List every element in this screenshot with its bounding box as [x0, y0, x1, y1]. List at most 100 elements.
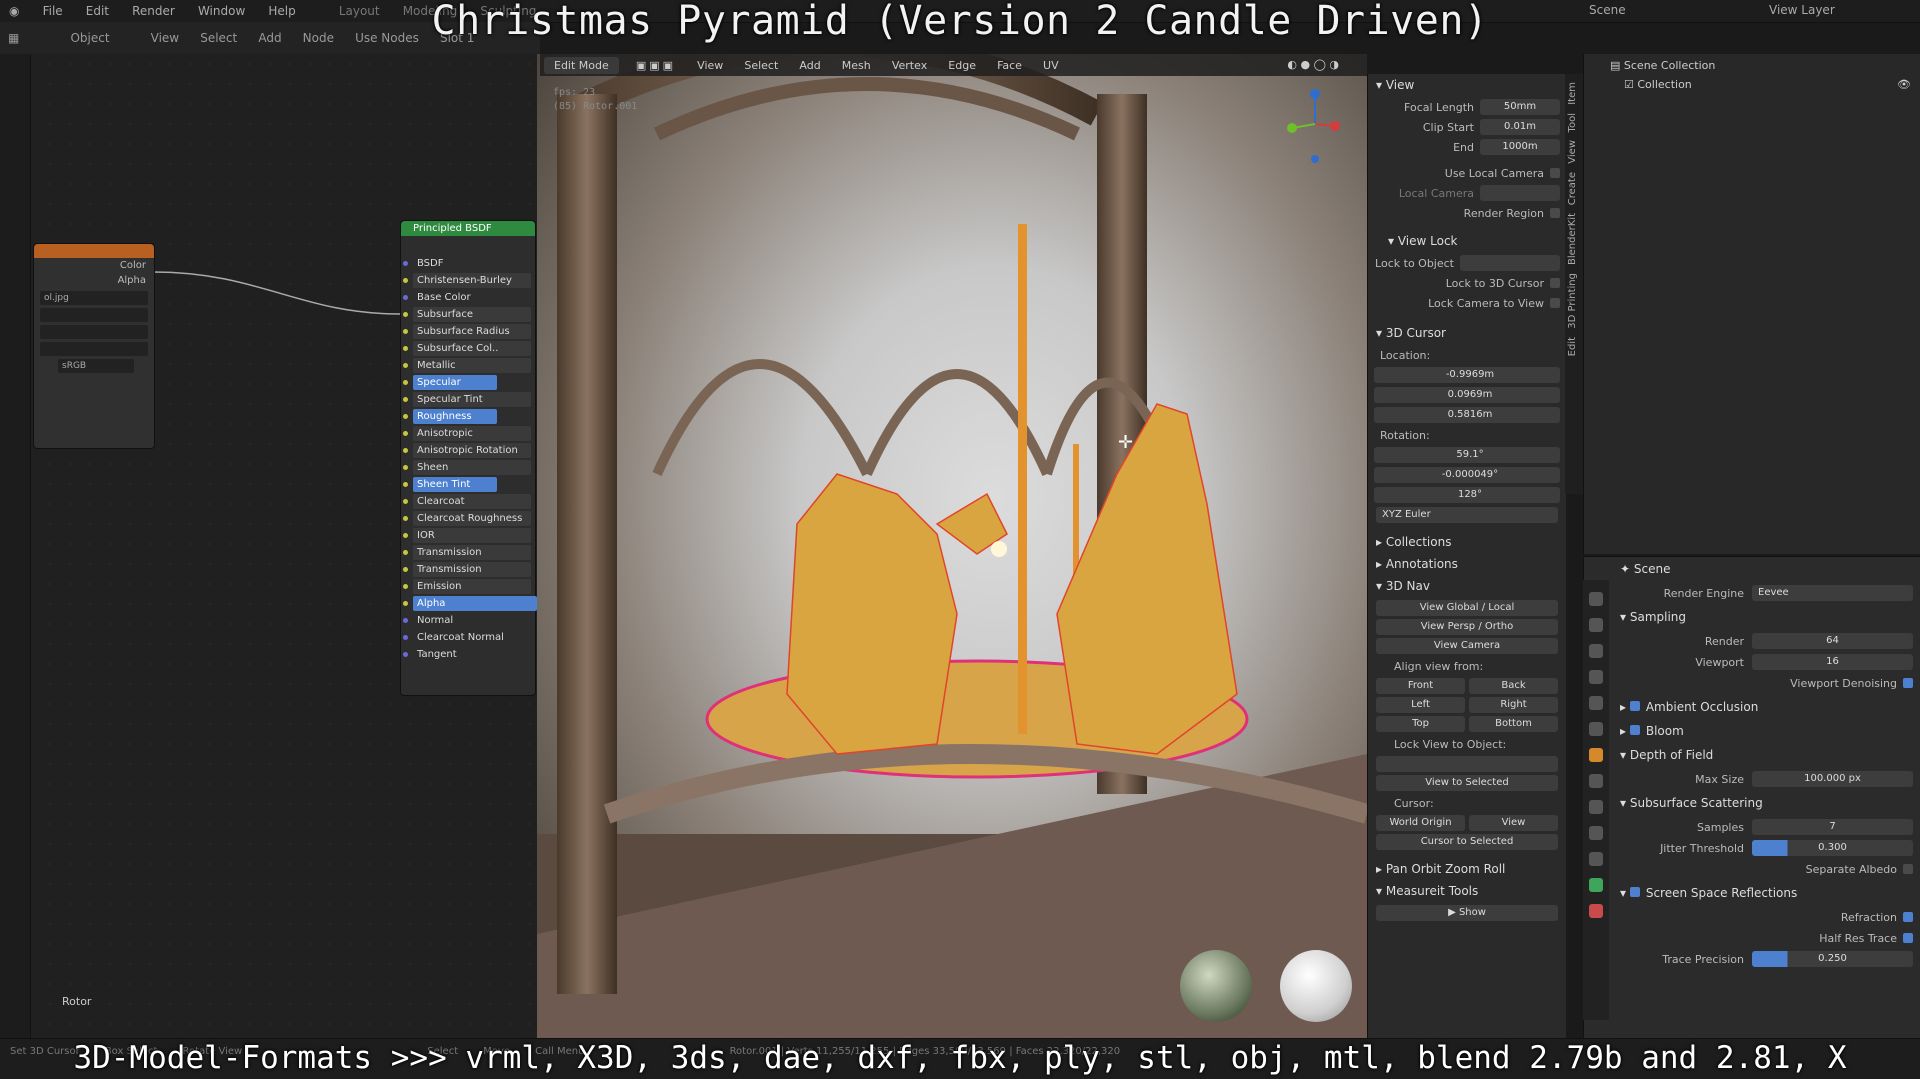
use-local-camera-checkbox[interactable] [1550, 168, 1560, 178]
navigation-gizmo[interactable] [1280, 84, 1340, 164]
image-texture-node[interactable]: Color Alpha ol.jpg sRGB [33, 243, 155, 449]
bsdf-input[interactable]: Anisotropic [403, 426, 531, 441]
tab-blenderkit[interactable]: BlenderKit [1567, 213, 1578, 265]
align-top-button[interactable]: Top [1376, 716, 1465, 732]
bsdf-input[interactable]: IOR [403, 528, 531, 543]
cursor-section-header[interactable]: ▾ 3D Cursor [1368, 322, 1566, 344]
vp-menu-view[interactable]: View [689, 55, 731, 76]
viewport-samples-field[interactable]: 16 [1752, 654, 1913, 670]
bsdf-input[interactable]: Sheen Tint [403, 477, 497, 492]
bsdf-input[interactable]: Specular [403, 375, 497, 390]
bsdf-input[interactable]: Subsurface Col.. [403, 341, 531, 356]
bsdf-input[interactable]: Normal [403, 613, 531, 628]
viewport-denoising-checkbox[interactable] [1903, 678, 1913, 688]
ao-checkbox[interactable] [1629, 701, 1640, 711]
tool-tab-icon[interactable] [1589, 592, 1603, 606]
tab-edit[interactable]: Edit [1567, 337, 1578, 356]
shading-icons[interactable]: ◐ ● ◯ ◑ [1279, 54, 1347, 75]
interpolation-select[interactable] [40, 308, 148, 322]
data-tab-icon[interactable] [1589, 878, 1603, 892]
bsdf-distribution[interactable]: Christensen-Burley [403, 273, 531, 288]
3d-nav-panel[interactable]: ▾ 3D Nav [1368, 575, 1566, 597]
bsdf-input[interactable]: Sheen [403, 460, 531, 475]
focal-length-field[interactable]: 50mm [1480, 99, 1560, 115]
bsdf-input[interactable]: Alpha [403, 596, 537, 611]
bsdf-input[interactable]: Transmission [403, 545, 531, 560]
rotation-mode-select[interactable]: XYZ Euler [1376, 507, 1558, 523]
image-file-field[interactable]: ol.jpg [40, 291, 148, 305]
projection-select[interactable] [40, 325, 148, 339]
render-tab-icon[interactable] [1589, 618, 1603, 632]
align-left-button[interactable]: Left [1376, 697, 1465, 713]
vp-menu-select[interactable]: Select [736, 55, 786, 76]
bsdf-input[interactable]: Roughness [403, 409, 497, 424]
visibility-eye-icon[interactable]: 👁 [1897, 78, 1911, 91]
principled-bsdf-node[interactable]: Principled BSDF BSDF Christensen-Burley … [400, 220, 537, 696]
lock-object-field[interactable] [1460, 255, 1560, 271]
select-mode-icons[interactable]: ▣▣▣ [628, 55, 684, 76]
bsdf-input[interactable]: Subsurface Radius [403, 324, 531, 339]
collections-panel[interactable]: ▸ Collections [1368, 531, 1566, 553]
annotations-panel[interactable]: ▸ Annotations [1368, 553, 1566, 575]
view-section-header[interactable]: ▾ View [1368, 74, 1566, 96]
bsdf-input[interactable]: Emission [403, 579, 531, 594]
checkbox-icon[interactable]: ☑ [1624, 78, 1637, 91]
cursor-rot-x-field[interactable]: 59.1° [1380, 447, 1560, 463]
material-tab-icon[interactable] [1589, 904, 1603, 918]
scene-tab-icon[interactable] [1589, 696, 1603, 710]
vp-menu-vertex[interactable]: Vertex [884, 55, 935, 76]
render-engine-select[interactable]: Eevee [1752, 585, 1913, 601]
render-samples-field[interactable]: 64 [1752, 633, 1913, 649]
tab-3d-printing[interactable]: 3D Printing [1567, 273, 1578, 329]
cursor-rot-y-field[interactable]: -0.000049° [1380, 467, 1560, 483]
refraction-checkbox[interactable] [1903, 912, 1913, 922]
align-right-button[interactable]: Right [1469, 697, 1558, 713]
bsdf-input[interactable]: Clearcoat [403, 494, 531, 509]
output-tab-icon[interactable] [1589, 644, 1603, 658]
cursor-loc-z-field[interactable]: 0.5816m [1380, 407, 1560, 423]
bloom-checkbox[interactable] [1629, 725, 1640, 735]
align-back-button[interactable]: Back [1469, 678, 1558, 694]
local-camera-field[interactable] [1480, 185, 1560, 201]
clip-start-field[interactable]: 0.01m [1480, 119, 1560, 135]
sampling-panel[interactable]: ▾ Sampling [1584, 605, 1920, 629]
sss-samples-field[interactable]: 7 [1752, 819, 1913, 835]
vp-menu-uv[interactable]: UV [1035, 55, 1067, 76]
tab-tool[interactable]: Tool [1567, 113, 1578, 132]
render-region-checkbox[interactable] [1550, 208, 1560, 218]
tab-view[interactable]: View [1567, 140, 1578, 164]
trace-precision-slider[interactable]: 0.250 [1752, 951, 1913, 967]
lock-view-object-field[interactable] [1376, 756, 1558, 772]
align-bottom-button[interactable]: Bottom [1469, 716, 1558, 732]
modifier-tab-icon[interactable] [1589, 774, 1603, 788]
measureit-show-button[interactable]: ▶ Show [1376, 905, 1558, 921]
vp-menu-add[interactable]: Add [791, 55, 828, 76]
world-origin-button[interactable]: World Origin [1376, 815, 1465, 831]
lock-camera-checkbox[interactable] [1550, 298, 1560, 308]
view-persp-ortho-button[interactable]: View Persp / Ortho [1376, 619, 1558, 635]
sss-panel[interactable]: ▾ Subsurface Scattering [1584, 791, 1920, 815]
vp-menu-mesh[interactable]: Mesh [834, 55, 879, 76]
clip-end-field[interactable]: 1000m [1480, 139, 1560, 155]
collection-row[interactable]: ☑ Collection 👁 [1584, 75, 1920, 94]
cursor-loc-x-field[interactable]: -0.9969m [1380, 367, 1560, 383]
cursor-view-button[interactable]: View [1469, 815, 1558, 831]
vp-menu-face[interactable]: Face [989, 55, 1030, 76]
measureit-panel[interactable]: ▾ Measureit Tools [1368, 880, 1566, 902]
pan-orbit-panel[interactable]: ▸ Pan Orbit Zoom Roll [1368, 858, 1566, 880]
scene-collection-row[interactable]: ▤ Scene Collection [1584, 56, 1920, 75]
bsdf-input[interactable]: Specular Tint [403, 392, 531, 407]
tab-create[interactable]: Create [1567, 172, 1578, 205]
half-res-checkbox[interactable] [1903, 933, 1913, 943]
bsdf-input[interactable]: Metallic [403, 358, 531, 373]
max-size-field[interactable]: 100.000 px [1752, 771, 1913, 787]
view-lock-header[interactable]: ▾ View Lock [1368, 230, 1566, 252]
3d-cursor-icon[interactable]: ✛ [1118, 432, 1133, 453]
cursor-loc-y-field[interactable]: 0.0969m [1380, 387, 1560, 403]
bsdf-input[interactable]: Anisotropic Rotation [403, 443, 531, 458]
particles-tab-icon[interactable] [1589, 800, 1603, 814]
cursor-rot-z-field[interactable]: 128° [1380, 487, 1560, 503]
mode-select[interactable]: Edit Mode [544, 57, 619, 74]
align-front-button[interactable]: Front [1376, 678, 1465, 694]
bsdf-input[interactable]: Base Color [403, 290, 531, 305]
